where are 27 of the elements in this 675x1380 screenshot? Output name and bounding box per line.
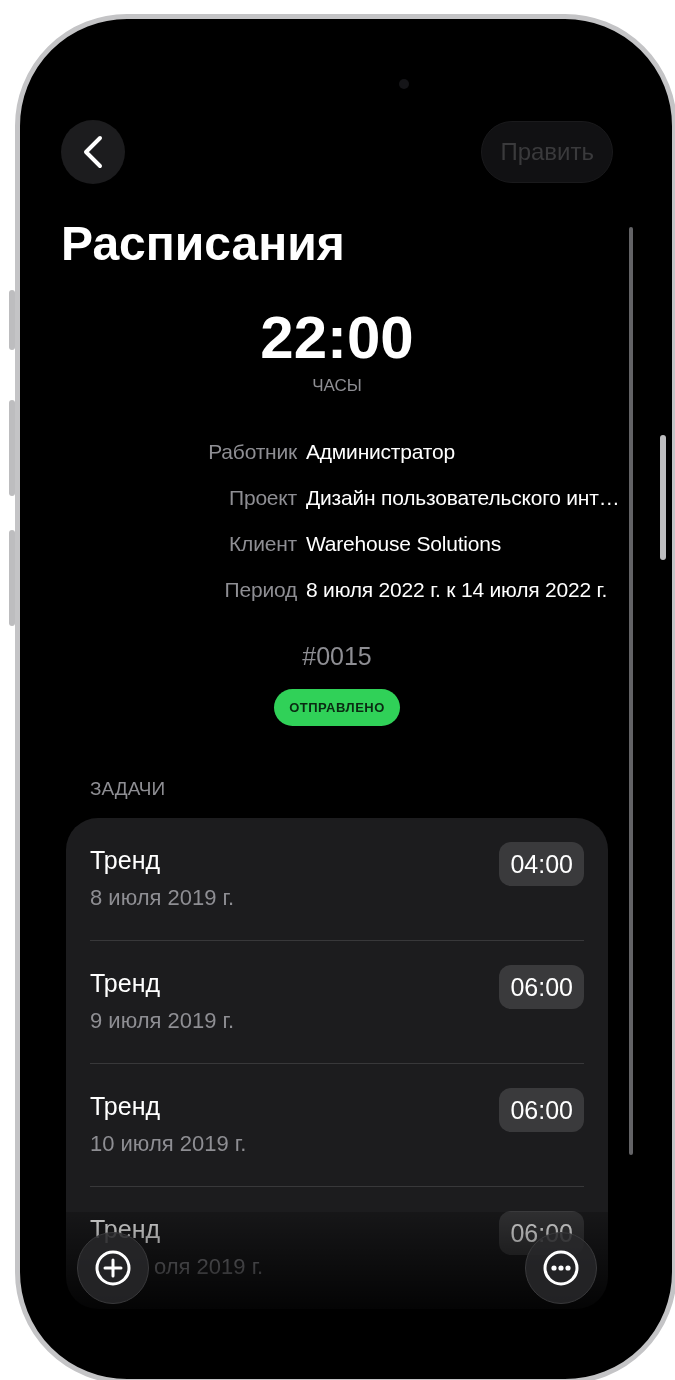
detail-label: Работник xyxy=(207,439,297,465)
task-date: 8 июля 2019 г. xyxy=(90,884,235,912)
more-icon xyxy=(542,1249,580,1287)
duration-badge: 06:00 xyxy=(499,965,584,1009)
hours-label: ЧАСЫ xyxy=(312,376,362,396)
detail-label: Клиент xyxy=(228,531,297,557)
task-date: 10 июля 2019 г. xyxy=(90,1130,247,1158)
chevron-left-icon xyxy=(82,135,104,169)
section-header: ЗАДАЧИ xyxy=(90,778,167,800)
task-title[interactable]: Тренд xyxy=(90,965,235,1001)
detail-value: Дизайн пользовательского инт… xyxy=(306,485,621,511)
duration-badge: 04:00 xyxy=(499,842,584,886)
task-title[interactable]: Тренд xyxy=(90,842,235,878)
status-badge: ОТПРАВЛЕНО xyxy=(274,689,400,726)
camera-icon xyxy=(399,79,409,89)
detail-value: Warehouse Solutions xyxy=(306,531,503,557)
detail-label: Период xyxy=(223,577,297,603)
task-title[interactable]: Тренд xyxy=(90,1088,247,1124)
detail-value: Администратор xyxy=(306,439,456,465)
plus-circle-icon xyxy=(94,1249,132,1287)
detail-value: 8 июля 2022 г. к 14 июля 2022 г. xyxy=(306,577,609,603)
duration-badge: 06:00 xyxy=(499,1088,584,1132)
page-title: Расписания xyxy=(61,216,346,272)
detail-label: Проект xyxy=(228,485,297,511)
total-hours: 22:00 xyxy=(260,304,414,372)
timesheet-number: #0015 xyxy=(301,642,373,671)
task-date: 9 июля 2019 г. xyxy=(90,1007,235,1035)
